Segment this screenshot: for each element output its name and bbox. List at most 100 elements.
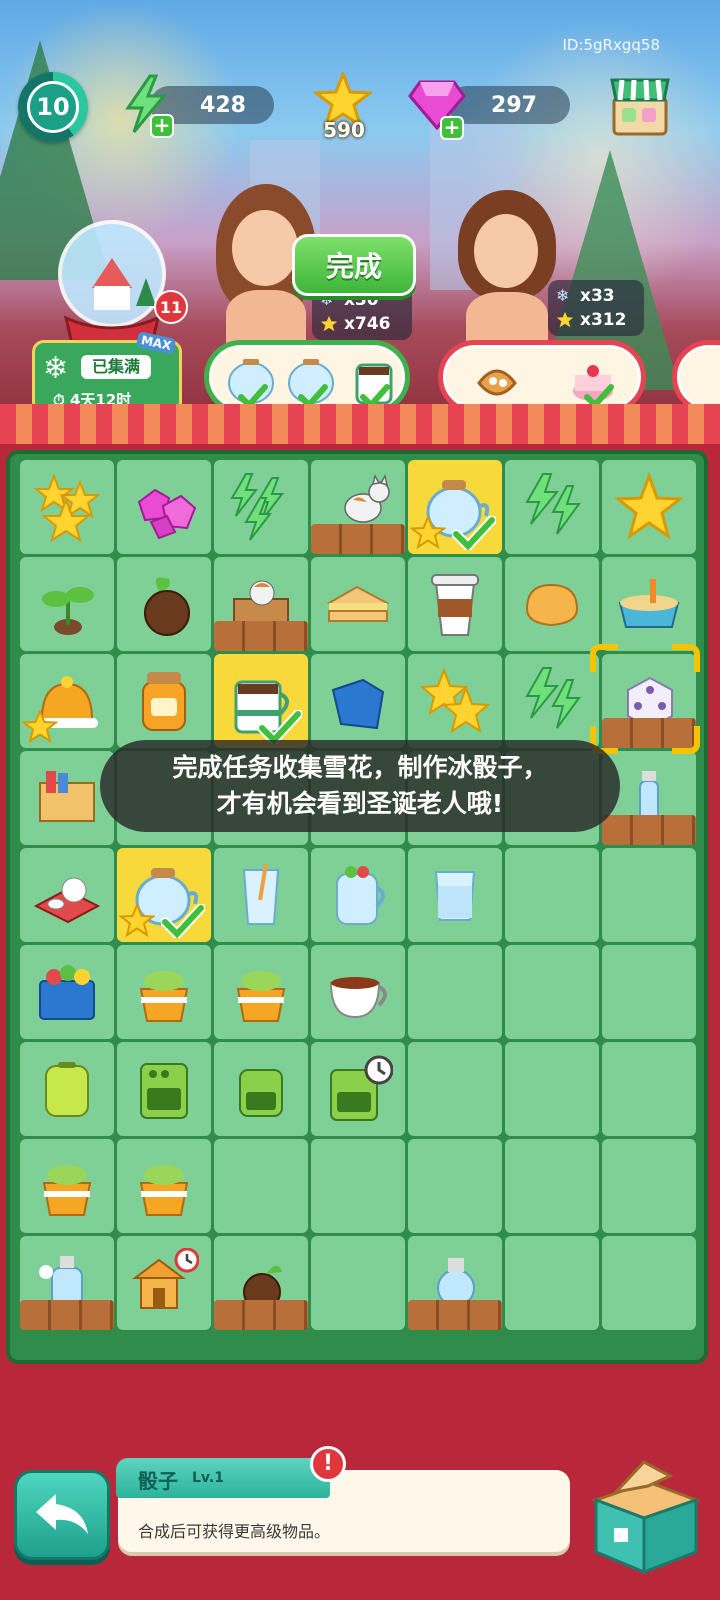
item-name: 骰子: [138, 1469, 178, 1493]
board-cell[interactable]: [602, 1236, 696, 1330]
board-cell[interactable]: [602, 848, 696, 942]
board-cell[interactable]: [20, 1236, 114, 1330]
board-cell[interactable]: [214, 460, 308, 554]
board-cell[interactable]: [505, 1139, 599, 1233]
board-cell[interactable]: [20, 654, 114, 748]
complete-order-button[interactable]: 完成: [292, 234, 416, 296]
storage-box-icon[interactable]: [586, 1456, 704, 1576]
board-cell[interactable]: [602, 557, 696, 651]
tip-line-1: 完成任务收集雪花，制作冰骰子，: [172, 753, 548, 782]
board-cell[interactable]: [214, 848, 308, 942]
add-energy-button[interactable]: +: [150, 114, 174, 138]
board-cell-highlighted[interactable]: [408, 460, 502, 554]
customer-2[interactable]: [452, 186, 562, 350]
cupcake-icon: [139, 971, 189, 1022]
board-cell[interactable]: [20, 945, 114, 1039]
gem-pile-icon: [137, 488, 197, 540]
board-cell[interactable]: [505, 557, 599, 651]
customer-face: [474, 214, 538, 288]
board-cell[interactable]: [408, 1139, 502, 1233]
board-cell[interactable]: [311, 848, 405, 942]
board-cell[interactable]: [408, 654, 502, 748]
star-icon: [614, 472, 684, 540]
board-cell[interactable]: [505, 848, 599, 942]
board-cell[interactable]: [311, 1236, 405, 1330]
board-cell[interactable]: [214, 945, 308, 1039]
energy-value: 428: [200, 92, 246, 118]
board-cell[interactable]: [117, 1236, 211, 1330]
tip-line-2: 才有机会看到圣诞老人哦!: [216, 789, 504, 818]
star-icon: [22, 710, 58, 744]
cobweb-crate: [20, 1300, 114, 1330]
board-cell[interactable]: [20, 1042, 114, 1136]
check-icon: [452, 516, 496, 550]
board-cell[interactable]: [505, 654, 599, 748]
cobweb-crate: [214, 621, 308, 651]
board-cell[interactable]: [117, 1042, 211, 1136]
litter-box-icon: [618, 579, 680, 628]
cupcake-icon: [42, 1165, 92, 1216]
snowflake-collection-card[interactable]: ❄ 已集满 MAX ⏱ 4天12时: [32, 331, 182, 414]
board-cell[interactable]: [505, 1042, 599, 1136]
board-cell[interactable]: [311, 1139, 405, 1233]
board-cell[interactable]: [602, 945, 696, 1039]
shop-icon[interactable]: [608, 72, 672, 138]
board-cell[interactable]: [311, 1042, 405, 1136]
board-cell[interactable]: [408, 1042, 502, 1136]
board-cell[interactable]: [408, 1236, 502, 1330]
board-cell-highlighted[interactable]: [117, 848, 211, 942]
board-cell[interactable]: [408, 557, 502, 651]
board-cell-highlighted[interactable]: [214, 654, 308, 748]
board-cell[interactable]: [214, 1042, 308, 1136]
tea-cup-icon: [329, 977, 387, 1019]
add-gems-button[interactable]: +: [440, 116, 464, 140]
counter-awning: [0, 404, 720, 444]
board-cell[interactable]: [117, 460, 211, 554]
board-cell[interactable]: [117, 945, 211, 1039]
energy-pile-icon: [525, 667, 581, 729]
board-cell[interactable]: [408, 848, 502, 942]
bread-slice-icon: [525, 583, 579, 627]
back-button[interactable]: [14, 1470, 110, 1560]
tutorial-tip: 完成任务收集雪花，制作冰骰子， 才有机会看到圣诞老人哦!: [100, 740, 620, 832]
cupcake-icon: [139, 1165, 189, 1216]
board-cell[interactable]: [311, 654, 405, 748]
gem-counter[interactable]: 297: [448, 86, 570, 124]
board-cell[interactable]: [311, 460, 405, 554]
level-number: 10: [27, 81, 79, 133]
board-cell[interactable]: [117, 557, 211, 651]
board-cell[interactable]: [214, 1236, 308, 1330]
board-cell[interactable]: [20, 1139, 114, 1233]
back-arrow-icon: [36, 1494, 88, 1534]
item-level: Lv.1: [192, 1470, 224, 1486]
board-cell[interactable]: [602, 1139, 696, 1233]
item-info-alert-icon[interactable]: !: [310, 1446, 346, 1482]
honey-jar-icon: [142, 672, 186, 731]
board-cell[interactable]: [311, 945, 405, 1039]
board-cell[interactable]: [117, 1139, 211, 1233]
snowglobe-icon[interactable]: [52, 218, 172, 348]
board-cell[interactable]: [505, 945, 599, 1039]
board-cell[interactable]: [20, 557, 114, 651]
order-card-1[interactable]: [204, 340, 410, 414]
small-oven-icon: [239, 1069, 283, 1117]
reward-stars: x746: [344, 314, 391, 334]
water-glass-straw-icon: [242, 863, 280, 925]
board-cell[interactable]: [602, 1042, 696, 1136]
star-icon: [320, 315, 338, 332]
board-cell[interactable]: [214, 557, 308, 651]
board-cell[interactable]: [214, 1139, 308, 1233]
board-cell[interactable]: [602, 460, 696, 554]
cobweb-crate: [214, 1300, 308, 1330]
board-cell[interactable]: [20, 848, 114, 942]
board-cell[interactable]: [505, 1236, 599, 1330]
board-cell[interactable]: [505, 460, 599, 554]
stars-value: 590: [323, 118, 365, 142]
board-cell[interactable]: [408, 945, 502, 1039]
tea-set-icon: [33, 877, 101, 924]
level-badge[interactable]: 10: [18, 72, 88, 142]
order-card-2[interactable]: [438, 340, 646, 414]
board-cell[interactable]: [20, 460, 114, 554]
board-cell[interactable]: [311, 557, 405, 651]
board-cell[interactable]: [117, 654, 211, 748]
